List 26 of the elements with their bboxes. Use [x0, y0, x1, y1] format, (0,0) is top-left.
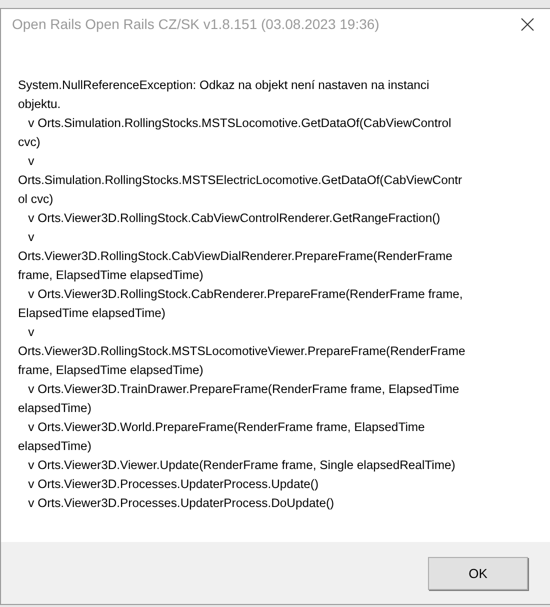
close-icon: [520, 18, 534, 30]
message-line: objektu.: [18, 96, 62, 113]
message-line: v Orts.Viewer3D.Processes.UpdaterProcess.Update(): [27, 476, 320, 493]
message-line: v: [27, 153, 36, 170]
message-line: elapsedTime): [18, 438, 92, 455]
message-line: v Orts.Viewer3D.Processes.UpdaterProcess.DoUpdate(): [27, 495, 336, 512]
message-line: v Orts.Viewer3D.RollingStock.CabViewControlRenderer.GetRangeFraction(): [27, 210, 442, 227]
message-line: v Orts.Viewer3D.TrainDrawer.PrepareFrame(RenderFrame frame, ElapsedTime: [27, 381, 460, 398]
message-line: v Orts.Viewer3D.Viewer.Update(RenderFrame frame, Single elapsedRealTime): [27, 457, 456, 474]
message-line: Orts.Viewer3D.RollingStock.CabViewDialRenderer.PrepareFrame(RenderFrame: [18, 248, 454, 265]
message-line: Orts.Simulation.RollingStocks.MSTSElectricLocomotive.GetDataOf(CabViewContr: [18, 172, 464, 189]
message-line: frame, ElapsedTime elapsedTime): [18, 362, 204, 379]
message-line: v: [27, 324, 36, 341]
ok-button[interactable]: OK: [428, 557, 528, 590]
message-line: System.NullReferenceException: Odkaz na objekt není nastaven na instanci: [18, 77, 430, 94]
message-line: v Orts.Viewer3D.World.PrepareFrame(RenderFrame frame, ElapsedTime: [27, 419, 426, 436]
message-line: cvc): [18, 134, 42, 151]
message-line: Orts.Viewer3D.RollingStock.MSTSLocomotiveViewer.PrepareFrame(RenderFrame: [18, 343, 466, 360]
message-line: v: [27, 229, 36, 246]
message-line: elapsedTime): [18, 400, 92, 417]
message-line: ol cvc): [18, 191, 54, 208]
window-title: Open Rails Open Rails CZ/SK v1.8.151 (03.08.2023 19:36): [12, 14, 380, 34]
message-line: v Orts.Viewer3D.RollingStock.CabRenderer.PrepareFrame(RenderFrame frame,: [27, 286, 464, 303]
message-line: v Orts.Simulation.RollingStocks.MSTSLocomotive.GetDataOf(CabViewControl: [27, 115, 452, 132]
message-line: ElapsedTime elapsedTime): [18, 305, 166, 322]
message-line: frame, ElapsedTime elapsedTime): [18, 267, 204, 284]
